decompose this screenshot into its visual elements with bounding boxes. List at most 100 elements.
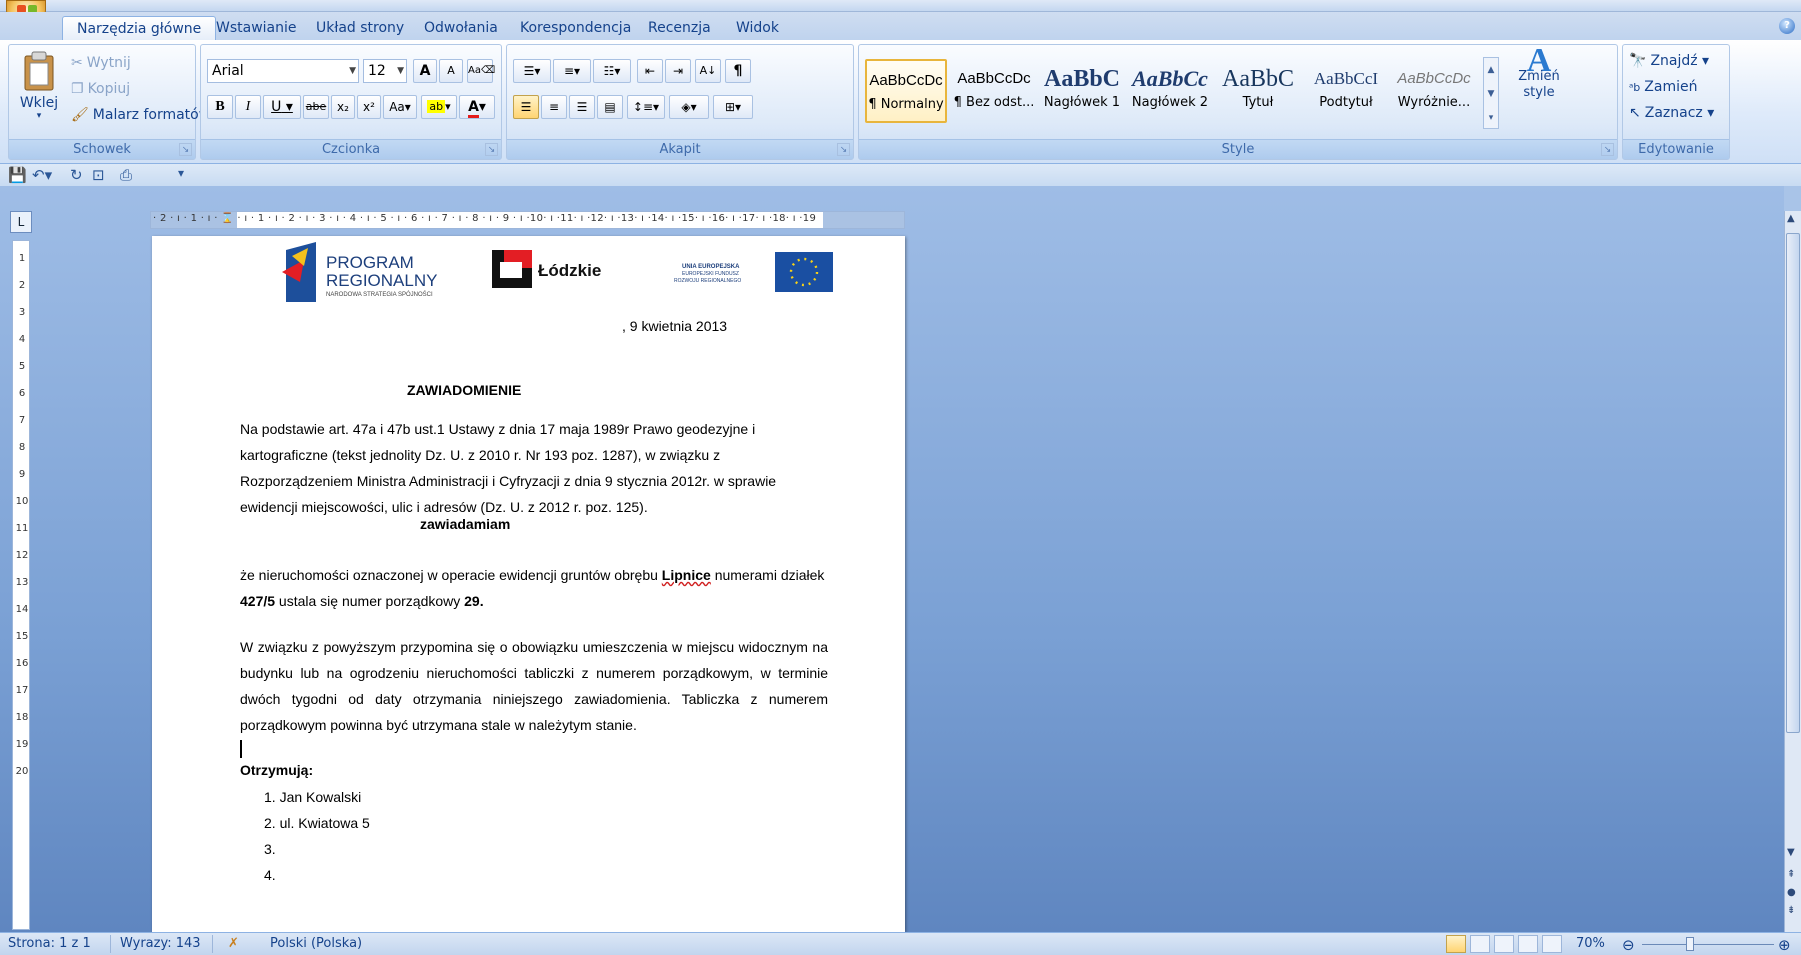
word-count[interactable]: Wyrazy: 143 (120, 936, 201, 951)
tab-review[interactable]: Recenzja (634, 16, 725, 40)
tab-insert[interactable]: Wstawianie (202, 16, 311, 40)
quick-print-icon[interactable]: ⎙ (120, 166, 132, 184)
grow-font-button[interactable]: A (413, 59, 437, 83)
zoom-out-icon[interactable]: ⊖ (1622, 936, 1635, 954)
multilevel-list-icon: ☷ (603, 64, 615, 78)
copy-button[interactable]: ❐ Kopiuj (71, 81, 130, 97)
group-font: Arial ▼ 12 ▼ A A Aa⌫ B I U ▾ abe x₂ x² Aa▾… (200, 44, 502, 160)
align-right-button[interactable]: ☰ (569, 95, 595, 119)
help-icon[interactable]: ? (1779, 18, 1795, 34)
full-screen-view-icon[interactable] (1470, 935, 1490, 953)
multilevel-list-button[interactable]: ☷▾ (593, 59, 631, 83)
dialog-launcher-icon[interactable]: ↘ (485, 143, 498, 156)
align-left-button[interactable]: ☰ (513, 95, 539, 119)
scroll-down-icon[interactable]: ▼ (1787, 847, 1795, 858)
numbering-button[interactable]: ≡▾ (553, 59, 591, 83)
paragraph-group-label: Akapit (507, 139, 853, 159)
paste-button[interactable]: Wklej ▾ (17, 51, 61, 121)
change-case-button[interactable]: Aa▾ (383, 95, 417, 119)
next-page-icon[interactable]: ⇟ (1787, 905, 1795, 916)
print-layout-view-icon[interactable] (1446, 935, 1466, 953)
horizontal-ruler[interactable]: · 2 · ı · 1 · ı · ⌛ · ı · 1 · ı · 2 · ı … (150, 211, 905, 229)
page-count[interactable]: Strona: 1 z 1 (8, 936, 91, 951)
style-title[interactable]: AaBbC Tytuł (1217, 59, 1299, 123)
style-heading-1[interactable]: AaBbC Nagłówek 1 (1041, 59, 1123, 123)
tab-page-layout[interactable]: Układ strony (302, 16, 418, 40)
save-icon[interactable]: 💾 (8, 166, 27, 184)
style-emphasis[interactable]: AaBbCcDc Wyróżnie... (1393, 59, 1475, 123)
language[interactable]: Polski (Polska) (270, 936, 362, 951)
underline-icon: U (271, 99, 282, 115)
borders-button[interactable]: ⊞▾ (713, 95, 753, 119)
tab-mailings[interactable]: Korespondencja (506, 16, 645, 40)
superscript-button[interactable]: x² (357, 95, 381, 119)
tab-selector[interactable]: L (10, 211, 32, 233)
ruler-number: 16 (15, 658, 29, 669)
list-item: 1. Jan Kowalski (264, 789, 362, 805)
shading-button[interactable]: ◈▾ (669, 95, 709, 119)
style-subtitle[interactable]: AaBbCcI Podtytuł (1305, 59, 1387, 123)
font-size-field[interactable]: 12 ▼ (363, 59, 407, 83)
font-color-button[interactable]: A▾ (459, 95, 495, 119)
underline-button[interactable]: U ▾ (263, 95, 301, 119)
styles-group-label: Style (859, 139, 1617, 159)
web-layout-view-icon[interactable] (1494, 935, 1514, 953)
zoom-level[interactable]: 70% (1576, 936, 1605, 951)
zoom-in-icon[interactable]: ⊕ (1778, 936, 1791, 954)
tab-home[interactable]: Narzędzia główne (62, 16, 217, 40)
dialog-launcher-icon[interactable]: ↘ (837, 143, 850, 156)
format-painter-button[interactable]: 🖌 Malarz formatów (71, 107, 210, 123)
document-page[interactable]: PROGRAM REGIONALNY NARODOWA STRATEGIA SP… (152, 236, 905, 932)
dialog-launcher-icon[interactable]: ↘ (179, 143, 192, 156)
align-center-button[interactable]: ≡ (541, 95, 567, 119)
style-normal[interactable]: AaBbCcDc ¶ Normalny (865, 59, 947, 123)
style-heading-2[interactable]: AaBbCc Nagłówek 2 (1129, 59, 1211, 123)
style-no-spacing[interactable]: AaBbCcDc ¶ Bez odst... (953, 59, 1035, 123)
bullets-button[interactable]: ☰▾ (513, 59, 551, 83)
select-button[interactable]: ↖ Zaznacz ▾ (1629, 105, 1714, 121)
vertical-scrollbar[interactable]: ▲ ▼ ⇞ ● ⇟ (1784, 211, 1801, 932)
place-name: Lipnice (661, 567, 711, 583)
subscript-button[interactable]: x₂ (331, 95, 355, 119)
scroll-thumb[interactable] (1786, 233, 1800, 733)
show-formatting-button[interactable]: ¶ (725, 59, 751, 83)
browse-object-icon[interactable]: ● (1787, 887, 1796, 898)
redo-icon[interactable]: ↻ (70, 166, 83, 184)
find-button[interactable]: 🔭 Znajdź ▾ (1629, 53, 1709, 69)
replace-button[interactable]: ᵃb Zamień (1629, 79, 1697, 95)
zoom-slider[interactable] (1642, 944, 1774, 945)
font-name-field[interactable]: Arial ▼ (207, 59, 359, 83)
document-date: , 9 kwietnia 2013 (622, 318, 728, 334)
binoculars-icon: 🔭 (1629, 53, 1647, 69)
decrease-indent-button[interactable]: ⇤ (637, 59, 663, 83)
ribbon: Wklej ▾ ✂ Wytnij ❐ Kopiuj 🖌 Malarz formatów… (0, 40, 1801, 164)
zoom-slider-thumb[interactable] (1686, 937, 1694, 951)
clear-format-button[interactable]: Aa⌫ (467, 59, 495, 83)
tab-view[interactable]: Widok (722, 16, 793, 40)
undo-icon[interactable]: ↶▾ (32, 166, 52, 184)
bold-button[interactable]: B (207, 95, 233, 119)
cut-button[interactable]: ✂ Wytnij (71, 55, 131, 71)
highlight-button[interactable]: ab ▾ (421, 95, 457, 119)
document-heading: ZAWIADOMIENIE (407, 382, 522, 398)
vertical-ruler[interactable]: 1 2 3 4 5 6 7 8 9 10 11 12 13 14 15 16 17 18 19 20 (12, 240, 30, 930)
draft-view-icon[interactable] (1542, 935, 1562, 953)
proofing-icon[interactable]: ✗ (228, 936, 239, 951)
sort-button[interactable]: A↓ (695, 59, 721, 83)
customize-qat-icon[interactable]: ▾ (178, 166, 184, 180)
increase-indent-button[interactable]: ⇥ (665, 59, 691, 83)
style-gallery-scroll[interactable]: ▲ ▼ ▾ (1483, 57, 1499, 129)
print-preview-icon[interactable]: ⊡ (92, 166, 105, 184)
line-spacing-button[interactable]: ↕≡▾ (627, 95, 665, 119)
change-styles-button[interactable]: A Zmień style (1509, 44, 1569, 101)
dialog-launcher-icon[interactable]: ↘ (1601, 143, 1614, 156)
shrink-font-button[interactable]: A (439, 59, 463, 83)
tab-references[interactable]: Odwołania (410, 16, 512, 40)
outline-view-icon[interactable] (1518, 935, 1538, 953)
strikethrough-button[interactable]: abe (303, 95, 329, 119)
previous-page-icon[interactable]: ⇞ (1787, 869, 1795, 880)
italic-button[interactable]: I (235, 95, 261, 119)
justify-button[interactable]: ▤ (597, 95, 623, 119)
scroll-up-icon[interactable]: ▲ (1787, 213, 1795, 224)
ribbon-tabs: Narzędzia główne Wstawianie Układ strony… (0, 12, 1801, 40)
